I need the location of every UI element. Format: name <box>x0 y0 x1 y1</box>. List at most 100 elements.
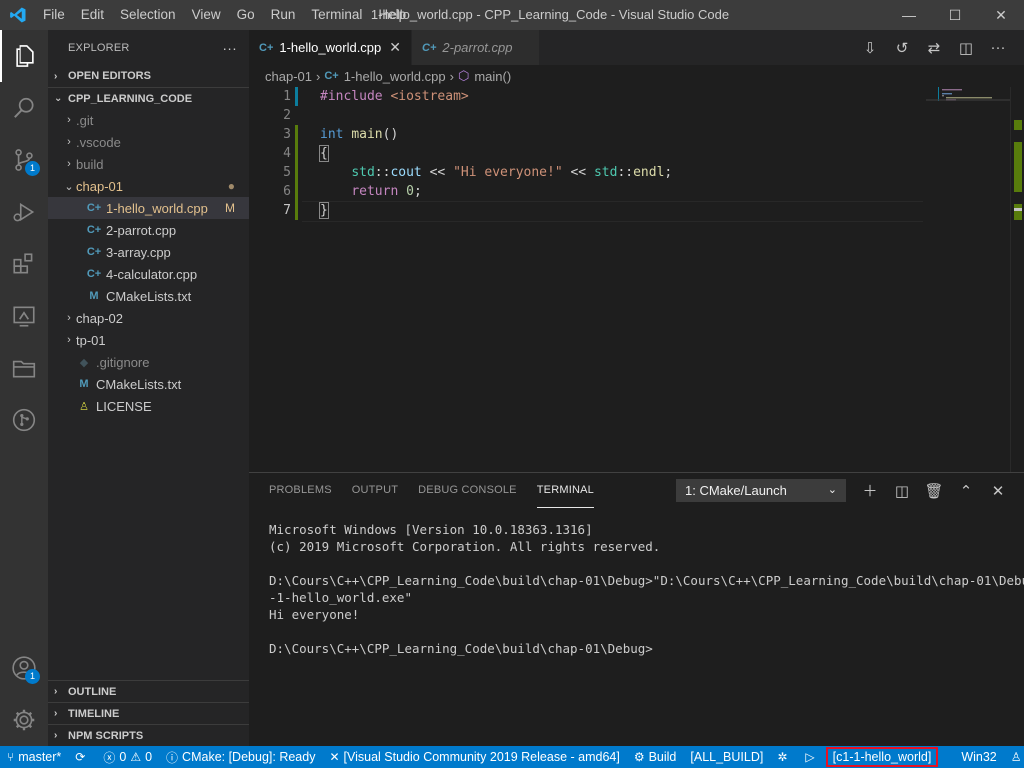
tree-folder[interactable]: › .vscode <box>48 131 249 153</box>
tab-parrot[interactable]: C+ 2-parrot.cpp <box>412 30 541 65</box>
editor-scrollbar[interactable] <box>1010 87 1024 472</box>
tree-folder[interactable]: › .git <box>48 109 249 131</box>
problems-status[interactable]: ⓧ 0 ⚠ 0 <box>96 746 159 768</box>
open-changes-icon[interactable]: ⇩ <box>854 39 886 57</box>
search-icon[interactable] <box>0 82 48 134</box>
live-share-status[interactable]: ♙ <box>1004 746 1024 768</box>
more-actions-icon[interactable]: ··· <box>982 39 1014 56</box>
build-target[interactable]: [ALL_BUILD] <box>683 746 770 768</box>
git-graph-icon[interactable] <box>0 394 48 446</box>
tree-file[interactable]: C+ 4-calculator.cpp <box>48 263 249 285</box>
cmake-kit[interactable]: ✕ [Visual Studio Community 2019 Release … <box>322 746 626 768</box>
maximize-button[interactable]: ☐ <box>932 0 978 30</box>
compare-icon[interactable]: ⇄ <box>918 39 950 57</box>
tab-terminal[interactable]: TERMINAL <box>536 473 594 508</box>
tree-item-label: chap-02 <box>76 310 123 326</box>
npm-scripts-section[interactable]: › NPM SCRIPTS <box>48 724 249 746</box>
tab-problems[interactable]: PROBLEMS <box>269 473 332 508</box>
gitignore-file-icon: ◆ <box>79 356 89 369</box>
tree-file[interactable]: C+ 1-hello_world.cpp M <box>48 197 249 219</box>
launch-target[interactable]: [c1-1-hello_world] <box>825 747 939 767</box>
close-window-button[interactable]: ✕ <box>978 0 1024 30</box>
tree-folder[interactable]: › build <box>48 153 249 175</box>
tree-file[interactable]: ◆ .gitignore <box>48 351 249 373</box>
tree-folder[interactable]: › chap-02 <box>48 307 249 329</box>
tree-item-label: LICENSE <box>96 398 152 414</box>
new-terminal-icon[interactable]: ＋ <box>854 480 886 501</box>
cmake-status-label: CMake: [Debug]: Ready <box>182 750 316 764</box>
build-target-label: [ALL_BUILD] <box>690 750 764 764</box>
menu-file[interactable]: File <box>35 0 73 30</box>
split-editor-icon[interactable]: ◫ <box>950 39 982 57</box>
tree-folder[interactable]: ⌄ chap-01 ● <box>48 175 249 197</box>
breadcrumb-symbol[interactable]: main() <box>474 69 511 84</box>
open-editors-section[interactable]: › OPEN EDITORS <box>48 65 249 87</box>
minimize-button[interactable]: — <box>886 0 932 30</box>
terminal-line: D:\Cours\C++\CPP_Learning_Code\build\cha… <box>269 573 1024 588</box>
manage-gear-icon[interactable] <box>0 694 48 746</box>
close-panel-icon[interactable]: ✕ <box>982 482 1014 500</box>
workspace-root-section[interactable]: ⌄ CPP_LEARNING_CODE <box>48 87 249 109</box>
tree-file[interactable]: C+ 3-array.cpp <box>48 241 249 263</box>
extensions-icon[interactable] <box>0 238 48 290</box>
terminal-line: D:\Cours\C++\CPP_Learning_Code\build\cha… <box>269 641 653 656</box>
more-actions-icon[interactable]: ··· <box>222 40 237 56</box>
terminal-output[interactable]: Microsoft Windows [Version 10.0.18363.13… <box>269 521 1024 657</box>
tree-item-label: CMakeLists.txt <box>96 376 182 392</box>
scm-badge: 1 <box>25 161 40 176</box>
source-control-icon[interactable]: 1 <box>0 134 48 186</box>
split-terminal-icon[interactable]: ◫ <box>886 482 918 500</box>
maximize-panel-icon[interactable]: ⌃ <box>950 482 982 500</box>
minimap[interactable] <box>926 87 1010 147</box>
accounts-icon[interactable]: 1 <box>0 642 48 694</box>
menu-view[interactable]: View <box>184 0 229 30</box>
terminal-line: (c) 2019 Microsoft Corporation. All righ… <box>269 539 661 554</box>
tab-hello-world[interactable]: C+ 1-hello_world.cpp ✕ <box>249 30 413 65</box>
chevron-right-icon: › <box>67 334 71 346</box>
debug-button[interactable]: ✲ <box>770 746 798 768</box>
project-manager-icon[interactable] <box>0 342 48 394</box>
status-bar: ⑂ master* ⟳ ⓧ 0 ⚠ 0 ⓘ CMake: [Debug]: Re… <box>0 746 1024 768</box>
branch-status[interactable]: ⑂ master* <box>0 746 68 768</box>
tree-file[interactable]: M CMakeLists.txt <box>48 373 249 395</box>
terminal-select[interactable]: 1: CMake/Launch ⌄ <box>676 479 846 502</box>
timeline-history-icon[interactable]: ↺ <box>886 39 918 57</box>
menu-go[interactable]: Go <box>229 0 263 30</box>
breadcrumb-folder[interactable]: chap-01 <box>265 69 312 84</box>
branch-label: master* <box>18 750 62 764</box>
platform-status[interactable]: Win32 <box>954 746 1003 768</box>
modified-badge: M <box>225 201 235 215</box>
kill-terminal-icon[interactable]: 🗑 <box>918 482 950 500</box>
menu-run[interactable]: Run <box>263 0 304 30</box>
tree-file[interactable]: ♙ LICENSE <box>48 395 249 417</box>
menu-help[interactable]: Help <box>370 0 414 30</box>
code-text: } <box>319 202 329 219</box>
outline-section[interactable]: › OUTLINE <box>48 680 249 702</box>
code-text: { <box>319 145 329 162</box>
remote-explorer-icon[interactable] <box>0 290 48 342</box>
tree-file[interactable]: C+ 2-parrot.cpp <box>48 219 249 241</box>
code-line: 2 <box>249 106 1024 125</box>
terminal-line: Hi everyone! <box>269 607 360 622</box>
cmake-status[interactable]: ⓘ CMake: [Debug]: Ready <box>159 746 322 768</box>
error-icon: ⓧ <box>103 750 116 765</box>
tab-debug-console[interactable]: DEBUG CONSOLE <box>418 473 517 508</box>
run-debug-icon[interactable] <box>0 186 48 238</box>
tree-item-label: tp-01 <box>76 332 106 348</box>
tree-folder[interactable]: › tp-01 <box>48 329 249 351</box>
launch-button[interactable]: ▷ <box>798 746 825 768</box>
timeline-section[interactable]: › TIMELINE <box>48 702 249 724</box>
chevron-right-icon: › <box>54 686 58 697</box>
menu-selection[interactable]: Selection <box>112 0 184 30</box>
code-editor[interactable]: 1 #include <iostream> 2 3 int main() 4 {… <box>249 87 1024 472</box>
explorer-icon[interactable] <box>0 30 48 82</box>
menu-edit[interactable]: Edit <box>73 0 112 30</box>
tree-file[interactable]: M CMakeLists.txt <box>48 285 249 307</box>
menu-terminal[interactable]: Terminal <box>303 0 370 30</box>
breadcrumb-file[interactable]: 1-hello_world.cpp <box>344 69 446 84</box>
tab-output[interactable]: OUTPUT <box>352 473 398 508</box>
cpp-file-icon: C+ <box>86 202 102 214</box>
close-tab-icon[interactable]: ✕ <box>389 39 401 56</box>
build-button[interactable]: ⚙ Build <box>627 746 684 768</box>
sync-button[interactable]: ⟳ <box>68 746 96 768</box>
